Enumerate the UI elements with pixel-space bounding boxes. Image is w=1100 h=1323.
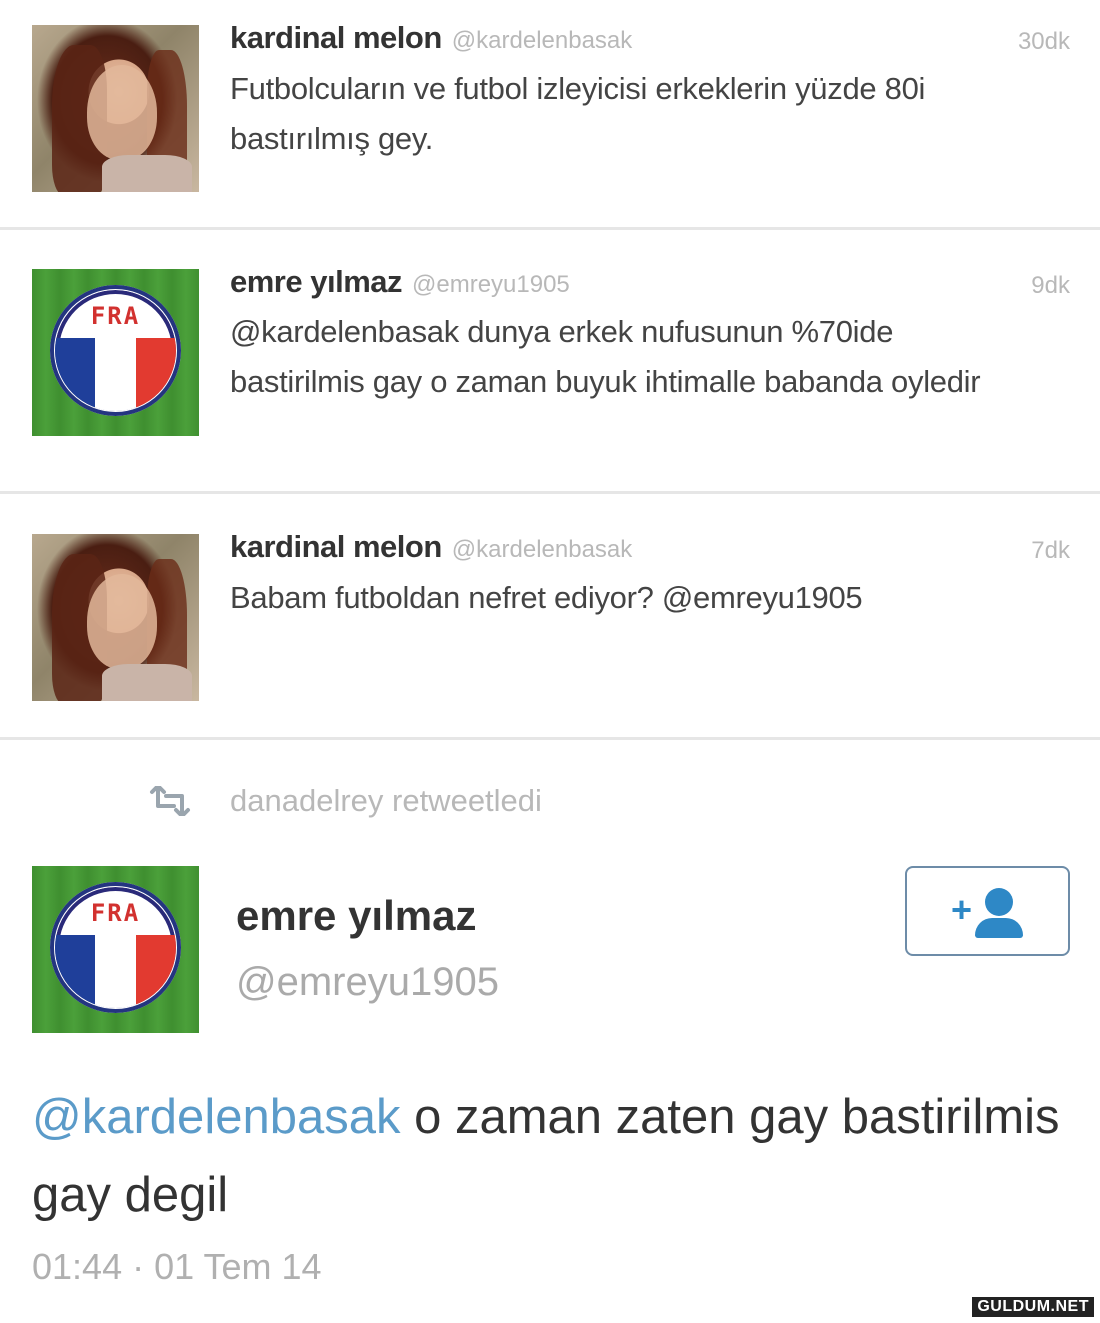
watermark: GULDUM.NET: [972, 1297, 1094, 1317]
tweet-text: Babam futboldan nefret ediyor? @emreyu19…: [230, 580, 863, 615]
retweet-context[interactable]: danadelrey retweetledi: [0, 778, 1100, 828]
avatar[interactable]: FRA: [32, 866, 199, 1033]
badge-ring: [50, 882, 181, 1013]
add-user-icon-body: [975, 918, 1023, 938]
author-name[interactable]: emre yılmaz: [230, 264, 403, 299]
divider: [0, 737, 1100, 740]
follow-button[interactable]: +: [905, 866, 1070, 956]
author-handle[interactable]: @kardelenbasak: [452, 27, 632, 54]
detail-author-name[interactable]: emre yılmaz: [236, 892, 476, 940]
badge-ring: [50, 285, 181, 416]
tweet-timestamp: 01:44 · 01 Tem 14: [32, 1246, 322, 1287]
avatar[interactable]: FRA: [32, 269, 199, 436]
avatar-face: [87, 65, 157, 160]
avatar-shirt: [102, 664, 192, 701]
tweet-text: @kardelenbasak dunya erkek nufusunun %70…: [230, 314, 981, 399]
avatar[interactable]: [32, 534, 199, 701]
author-name-row[interactable]: emre yılmaz @emreyu1905: [230, 264, 570, 300]
tweet-time: 7dk: [1031, 537, 1070, 564]
plus-icon: +: [951, 889, 973, 930]
divider: [0, 491, 1100, 494]
author-name-row[interactable]: kardinal melon @kardelenbasak: [230, 529, 632, 565]
mention-link[interactable]: @kardelenbasak: [32, 1090, 400, 1144]
avatar-shirt: [102, 155, 192, 192]
tweet-text: Futbolcuların ve futbol izleyicisi erkek…: [230, 71, 926, 156]
retweet-label[interactable]: danadelrey retweetledi: [230, 783, 542, 819]
avatar-face: [87, 574, 157, 669]
detail-tweet-text: @kardelenbasak o zaman zaten gay bastiri…: [32, 1078, 1072, 1234]
divider: [0, 227, 1100, 230]
tweet-time: 30dk: [1017, 28, 1070, 55]
retweet-icon: [150, 786, 190, 816]
author-handle[interactable]: @kardelenbasak: [452, 536, 632, 563]
tweet-time: 9dk: [1031, 272, 1070, 299]
author-name[interactable]: kardinal melon: [230, 20, 442, 55]
add-user-icon: [985, 888, 1013, 916]
avatar[interactable]: [32, 25, 199, 192]
author-name[interactable]: kardinal melon: [230, 529, 442, 564]
author-handle[interactable]: @emreyu1905: [412, 271, 570, 298]
detail-author-handle[interactable]: @emreyu1905: [236, 960, 499, 1005]
author-name-row[interactable]: kardinal melon @kardelenbasak: [230, 20, 632, 56]
